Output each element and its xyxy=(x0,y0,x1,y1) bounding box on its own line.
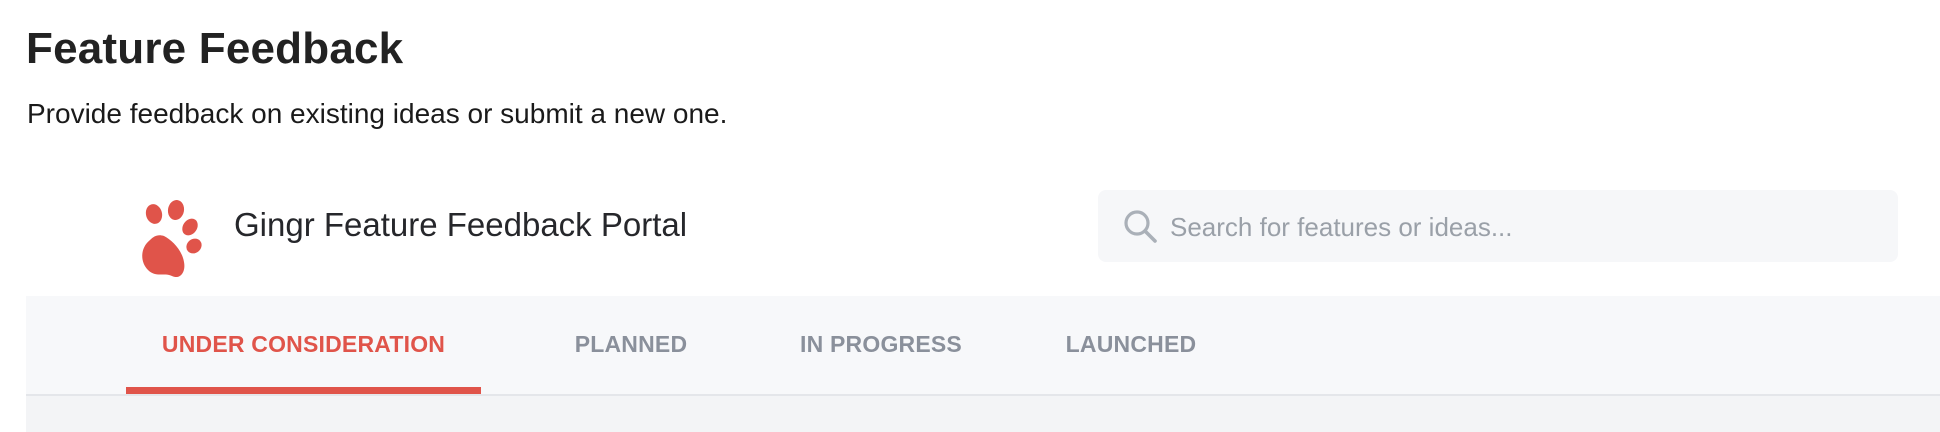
page-subtitle: Provide feedback on existing ideas or su… xyxy=(27,98,728,129)
page-title: Feature Feedback xyxy=(26,24,404,73)
portal-header: Gingr Feature Feedback Portal xyxy=(26,172,1940,296)
tab-launched[interactable]: LAUNCHED xyxy=(1046,296,1216,394)
status-tabs: UNDER CONSIDERATION PLANNED IN PROGRESS … xyxy=(26,296,1940,396)
content-area xyxy=(26,396,1940,432)
search-box[interactable] xyxy=(1098,190,1898,262)
search-icon xyxy=(1122,208,1158,244)
portal-title: Gingr Feature Feedback Portal xyxy=(234,206,688,243)
tab-in-progress[interactable]: IN PROGRESS xyxy=(781,296,981,394)
paw-icon[interactable] xyxy=(124,190,224,290)
search-input[interactable] xyxy=(1168,204,1872,250)
tab-planned[interactable]: PLANNED xyxy=(551,296,711,394)
tab-under-consideration[interactable]: UNDER CONSIDERATION xyxy=(126,296,481,394)
